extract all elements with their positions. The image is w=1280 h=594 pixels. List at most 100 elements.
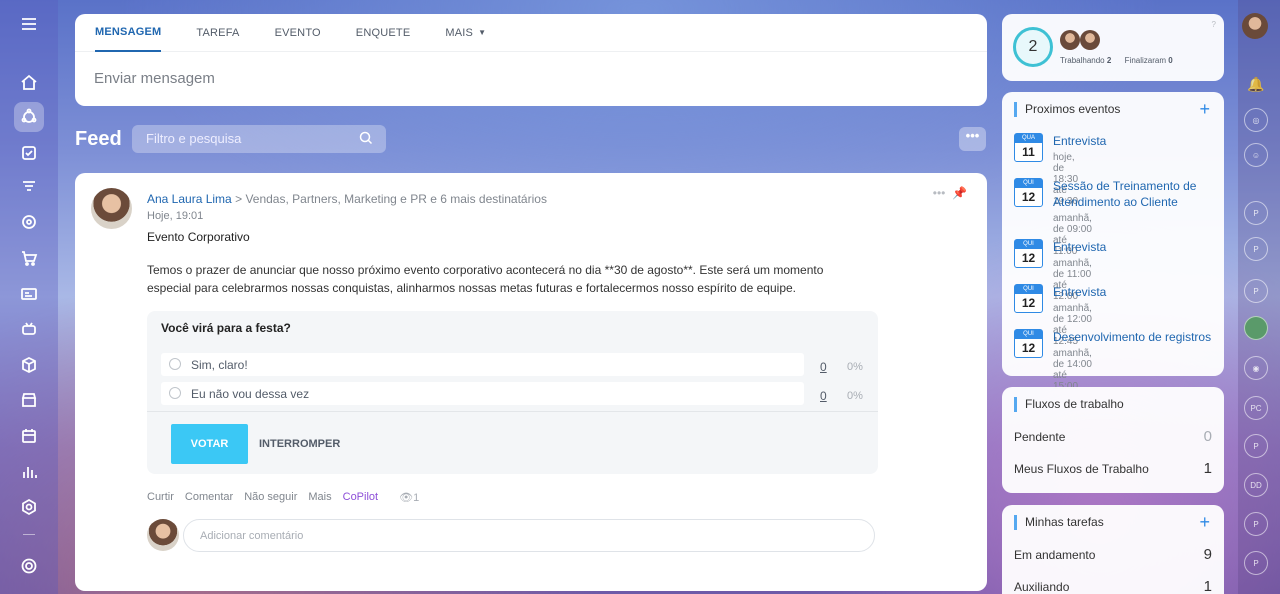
bar-chart-icon[interactable]: [14, 457, 44, 487]
radio-button[interactable]: [169, 358, 181, 370]
poll-option[interactable]: Sim, claro!: [161, 353, 804, 376]
post-menu-icon[interactable]: •••: [933, 186, 946, 200]
tasks-icon[interactable]: [14, 138, 44, 168]
author-avatar[interactable]: [91, 188, 132, 229]
divider: [147, 411, 878, 412]
copilot-button[interactable]: CoPilot: [343, 491, 378, 504]
cube-icon[interactable]: [14, 350, 44, 380]
poll-option[interactable]: Eu não vou dessa vez: [161, 382, 804, 405]
chat-icon[interactable]: ☺: [1244, 143, 1268, 167]
views-count: 1: [413, 492, 420, 504]
robot-icon[interactable]: [14, 314, 44, 344]
bell-icon[interactable]: 🔔: [1244, 72, 1268, 96]
add-event-icon[interactable]: +: [1199, 100, 1210, 118]
pin-icon[interactable]: 📌: [952, 186, 967, 200]
event-name[interactable]: Entrevista: [1053, 284, 1223, 300]
home-icon[interactable]: [14, 67, 44, 97]
event-day: 12: [1021, 296, 1036, 310]
message-input[interactable]: Enviar mensagem: [94, 70, 215, 87]
search-icon[interactable]: [359, 131, 373, 148]
vote-button[interactable]: VOTAR: [171, 424, 248, 464]
comment-button[interactable]: Comentar: [185, 491, 233, 504]
task-row[interactable]: Em andamento 9: [1014, 546, 1212, 563]
more-button[interactable]: Mais: [308, 491, 331, 504]
target-icon[interactable]: [14, 207, 44, 237]
feed-post: Ana Laura Lima > Vendas, Partners, Marke…: [75, 173, 987, 591]
finished-count: 0: [1168, 56, 1173, 65]
workflow-row[interactable]: Pendente 0: [1014, 428, 1212, 445]
calendar-icon: QUI 12: [1014, 178, 1043, 207]
workflow-row[interactable]: Meus Fluxos de Trabalho 1: [1014, 460, 1212, 477]
chat-avatar-p[interactable]: P: [1244, 434, 1268, 458]
unfollow-button[interactable]: Não seguir: [244, 491, 297, 504]
hexagon-icon[interactable]: [14, 492, 44, 522]
post-time[interactable]: Hoje, 19:01: [147, 210, 203, 222]
event-name[interactable]: Sessão de Treinamento de Atendimento ao …: [1053, 178, 1223, 210]
store-icon[interactable]: [14, 385, 44, 415]
row-label: Pendente: [1014, 430, 1066, 444]
menu-icon[interactable]: [14, 9, 44, 39]
composer-tabs: MENSAGEM TAREFA EVENTO ENQUETE MAIS ▼: [75, 14, 987, 52]
poll-count[interactable]: 0: [820, 389, 827, 403]
group-avatar[interactable]: [1244, 316, 1268, 340]
views-counter[interactable]: 👁1: [399, 491, 419, 504]
row-label: Auxiliando: [1014, 580, 1070, 594]
task-row[interactable]: Auxiliando 1: [1014, 578, 1212, 594]
tasks-title[interactable]: Minhas tarefas: [1014, 515, 1104, 530]
eye-icon: 👁: [399, 492, 414, 504]
cart-icon[interactable]: [14, 243, 44, 273]
poll-count[interactable]: 0: [820, 360, 827, 374]
calendar-icon: QUI 12: [1014, 329, 1043, 358]
row-label: Meus Fluxos de Trabalho: [1014, 462, 1149, 476]
tab-more[interactable]: MAIS ▼: [445, 14, 486, 52]
add-task-icon[interactable]: +: [1199, 513, 1210, 531]
row-count: 0: [1203, 428, 1212, 445]
event-name[interactable]: Entrevista: [1053, 133, 1223, 149]
radio-button[interactable]: [169, 387, 181, 399]
calendar-icon: QUI 12: [1014, 239, 1043, 268]
tab-poll[interactable]: ENQUETE: [356, 14, 411, 52]
event-dow: QUI: [1015, 330, 1042, 339]
like-button[interactable]: Curtir: [147, 491, 174, 504]
event-name[interactable]: Desenvolvimento de registros: [1053, 329, 1223, 345]
chat-avatar-p[interactable]: P: [1244, 551, 1268, 575]
tab-task[interactable]: TAREFA: [196, 14, 239, 52]
chat-avatar-dd[interactable]: DD: [1244, 473, 1268, 497]
settings-icon[interactable]: [14, 551, 44, 581]
working-count: 2: [1106, 56, 1112, 65]
feed-more-button[interactable]: •••: [959, 127, 986, 151]
worktime-widget[interactable]: 2 Trabalhando 2 Finalizaram 0 ?: [1002, 14, 1224, 81]
calendar-icon[interactable]: [14, 421, 44, 451]
tab-message[interactable]: MENSAGEM: [95, 14, 162, 52]
tab-event[interactable]: EVENTO: [275, 14, 321, 52]
events-title[interactable]: Proximos eventos: [1014, 102, 1120, 117]
feed-icon[interactable]: [14, 102, 44, 132]
tab-more-label: MAIS: [445, 26, 474, 39]
working-label: Trabalhando: [1060, 56, 1105, 65]
chat-avatar-p[interactable]: P: [1244, 512, 1268, 536]
author-name[interactable]: Ana Laura Lima: [147, 192, 232, 206]
copilot-chat-icon[interactable]: ◉: [1244, 356, 1268, 380]
copilot-icon[interactable]: ◎: [1244, 108, 1268, 132]
stop-poll-button[interactable]: INTERROMPER: [259, 438, 340, 450]
event-day: 12: [1021, 190, 1036, 204]
comment-input[interactable]: Adicionar comentário: [183, 519, 875, 552]
profile-avatar[interactable]: [1242, 13, 1268, 39]
recipients[interactable]: Vendas, Partners, Marketing e PR: [245, 192, 426, 206]
event-day: 12: [1021, 251, 1036, 265]
search-input[interactable]: Filtro e pesquisa: [132, 125, 386, 153]
funnel-icon[interactable]: [14, 172, 44, 202]
contact-card-icon[interactable]: [14, 279, 44, 309]
chat-avatar-p[interactable]: P: [1244, 201, 1268, 225]
chat-avatar-p[interactable]: P: [1244, 237, 1268, 261]
help-icon[interactable]: ?: [1212, 20, 1216, 29]
event-name[interactable]: Entrevista: [1053, 239, 1223, 255]
recipients-extra[interactable]: e 6 mais destinatários: [430, 192, 547, 206]
events-widget: Proximos eventos + QUA 11 Entrevista hoje…: [1002, 92, 1224, 392]
workflows-title[interactable]: Fluxos de trabalho: [1014, 397, 1124, 412]
chat-avatar-p[interactable]: P: [1244, 279, 1268, 303]
event-day: 11: [1022, 145, 1035, 159]
chat-avatar-pc[interactable]: PC: [1244, 396, 1268, 420]
avatar: [1060, 30, 1080, 50]
event-dow: QUI: [1015, 285, 1042, 294]
